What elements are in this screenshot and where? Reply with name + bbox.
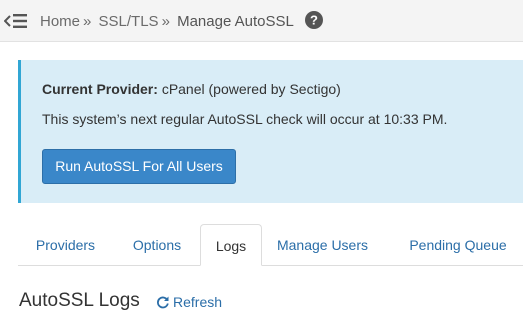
refresh-link[interactable]: Refresh — [156, 294, 222, 310]
provider-label: Current Provider: — [42, 81, 158, 97]
run-autossl-button[interactable]: Run AutoSSL For All Users — [42, 149, 236, 184]
schedule-text: This system’s next regular AutoSSL check… — [42, 111, 448, 127]
svg-text:?: ? — [310, 13, 318, 28]
tab-providers[interactable]: Providers — [18, 224, 113, 266]
breadcrumb: Home» SSL/TLS» Manage AutoSSL ? — [40, 11, 324, 32]
provider-value: cPanel (powered by Sectigo) — [161, 81, 341, 97]
tab-options[interactable]: Options — [113, 224, 201, 266]
tab-logs[interactable]: Logs — [200, 224, 262, 266]
autossl-info-notice: Current Provider: cPanel (powered by Sec… — [18, 60, 523, 203]
tab-manage-users[interactable]: Manage Users — [264, 224, 381, 266]
logs-heading: AutoSSL Logs — [19, 290, 140, 311]
top-bar: Home» SSL/TLS» Manage AutoSSL ? — [0, 0, 523, 42]
menu-collapse-icon[interactable] — [3, 10, 28, 32]
tab-pending-queue[interactable]: Pending Queue — [393, 224, 523, 266]
current-provider: Current Provider: cPanel (powered by Sec… — [42, 81, 341, 97]
help-icon[interactable]: ? — [305, 11, 324, 29]
refresh-label: Refresh — [173, 294, 223, 310]
refresh-icon — [157, 296, 169, 309]
breadcrumb-separator: » — [161, 13, 170, 30]
tab-bar: Providers Options Logs Manage Users Pend… — [18, 224, 523, 266]
breadcrumb-separator: » — [83, 13, 92, 30]
breadcrumb-ssl-tls[interactable]: SSL/TLS — [99, 13, 159, 30]
breadcrumb-home[interactable]: Home — [40, 13, 80, 30]
breadcrumb-current: Manage AutoSSL — [177, 13, 294, 30]
